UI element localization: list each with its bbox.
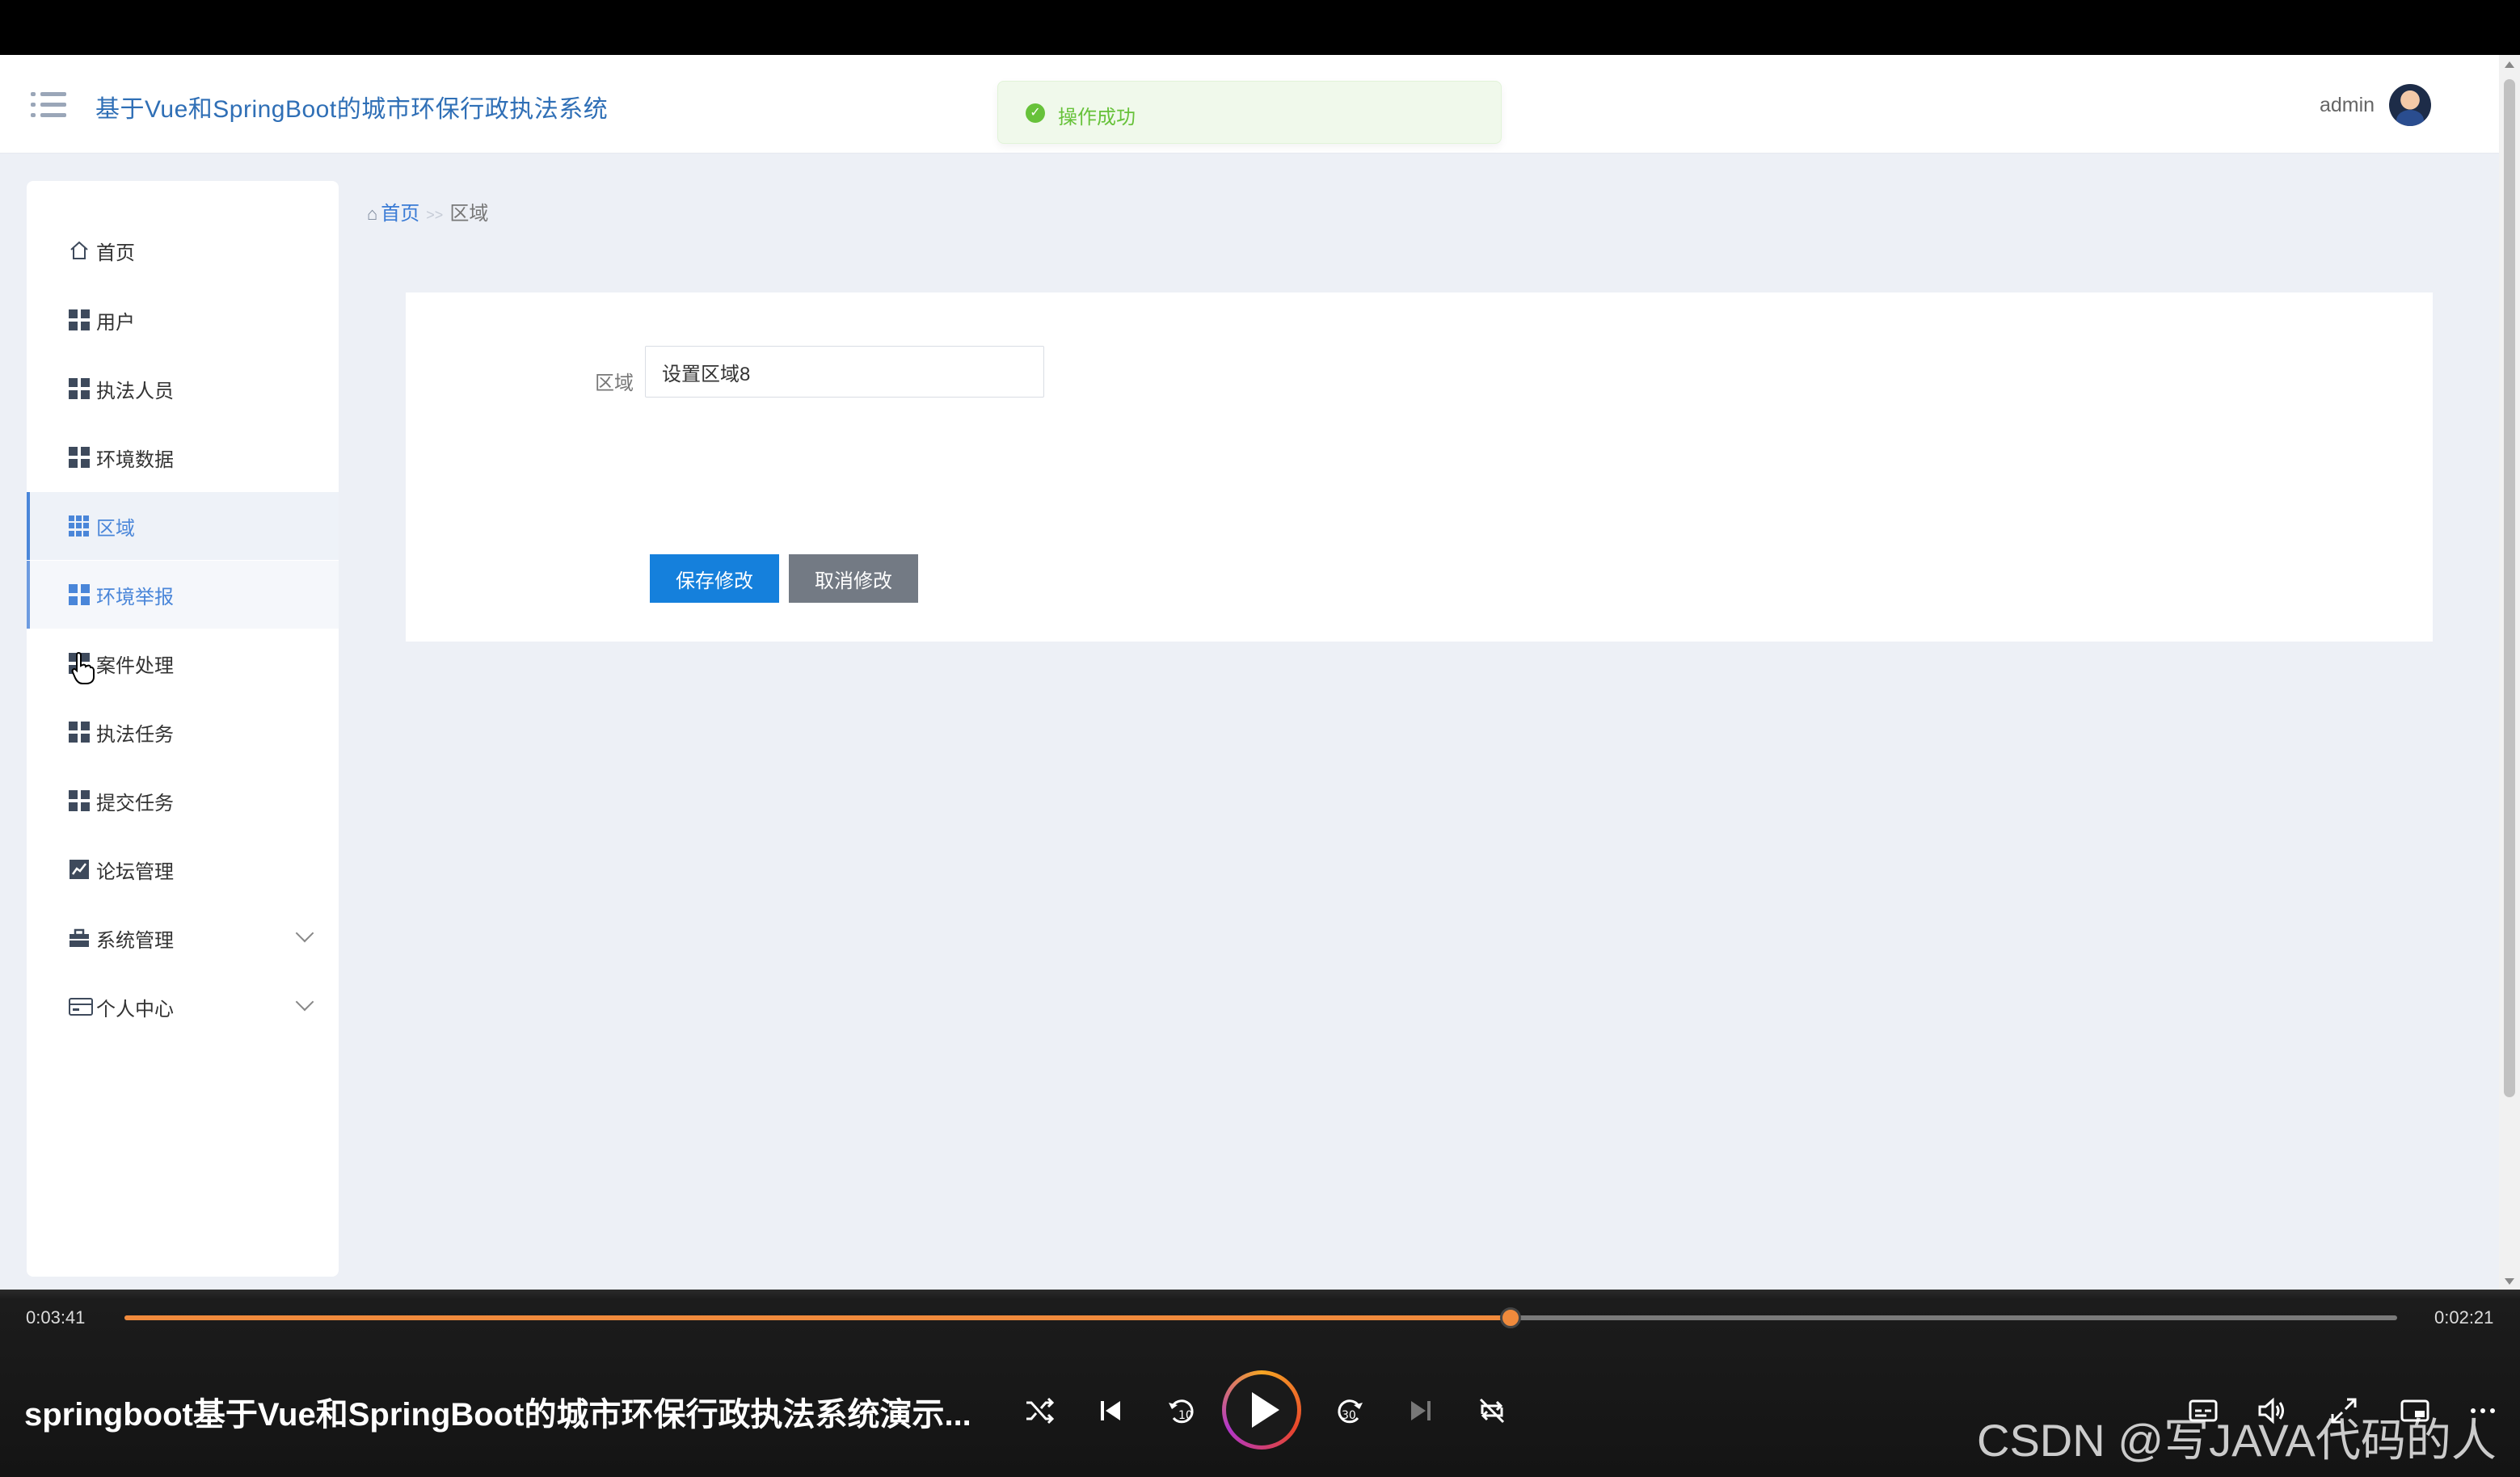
app-title: 基于Vue和SpringBoot的城市环保行政执法系统	[95, 96, 609, 123]
hand-cursor-icon	[71, 651, 95, 685]
sidebar-item-label: 首页	[96, 242, 135, 264]
sidebar-item-submit-tasks[interactable]: 提交任务	[27, 767, 339, 835]
sidebar-item-environment-data[interactable]: 环境数据	[27, 423, 339, 491]
grid-icon	[69, 447, 90, 468]
forward-30-icon[interactable]: 30	[1330, 1391, 1369, 1430]
sidebar-item-forum[interactable]: 论坛管理	[27, 835, 339, 903]
sidebar-item-label: 个人中心	[96, 998, 174, 1020]
sidebar-item-enforcers[interactable]: 执法人员	[27, 355, 339, 423]
svg-text:30: 30	[1342, 1409, 1356, 1422]
grid-icon	[69, 790, 90, 811]
sidebar-item-label: 执法人员	[96, 380, 174, 402]
card-icon	[69, 996, 93, 1017]
sidebar-item-region[interactable]: 区域	[27, 492, 339, 560]
video-title: springboot基于Vue和SpringBoot的城市环保行政执法系统演示.…	[24, 1397, 971, 1433]
elapsed-time: 0:03:41	[26, 1307, 86, 1328]
grid-icon	[69, 722, 90, 743]
success-toast: ✓ 操作成功	[997, 81, 1502, 144]
svg-text:10: 10	[1178, 1409, 1193, 1422]
watermark: CSDN @写JAVA代码的人	[1977, 1415, 2497, 1466]
top-bar: 基于Vue和SpringBoot的城市环保行政执法系统 ✓ 操作成功 admin	[0, 55, 2499, 154]
region-input[interactable]	[645, 346, 1044, 398]
sidebar-item-label: 环境数据	[96, 448, 174, 471]
success-check-icon: ✓	[1026, 103, 1045, 123]
avatar[interactable]	[2389, 84, 2431, 126]
breadcrumb-current: 区域	[449, 203, 489, 225]
briefcase-icon	[69, 928, 90, 949]
remaining-time: 0:02:21	[2434, 1307, 2494, 1328]
home-icon	[69, 240, 90, 261]
rewind-10-icon[interactable]: 10	[1162, 1391, 1201, 1430]
sidebar-item-system-management[interactable]: 系统管理	[27, 904, 339, 972]
sidebar-item-label: 提交任务	[96, 792, 174, 814]
sidebar-item-label: 用户	[96, 311, 135, 334]
sidebar-item-environment-report[interactable]: 环境举报	[27, 561, 339, 629]
web-app: 基于Vue和SpringBoot的城市环保行政执法系统 ✓ 操作成功 admin…	[0, 55, 2499, 1290]
edit-form-card: 区域 保存修改 取消修改	[406, 292, 2433, 642]
grid-icon	[69, 378, 90, 399]
sidebar-item-users[interactable]: 用户	[27, 286, 339, 354]
repeat-icon[interactable]	[1473, 1391, 1511, 1430]
sidebar-item-label: 执法任务	[96, 723, 174, 746]
screen: 基于Vue和SpringBoot的城市环保行政执法系统 ✓ 操作成功 admin…	[0, 0, 2520, 1477]
breadcrumb-home[interactable]: 首页	[381, 203, 419, 225]
next-icon[interactable]	[1401, 1391, 1440, 1430]
shuffle-icon[interactable]	[1020, 1391, 1059, 1430]
sidebar: 首页 用户 执法人员 环境数据 区域 环境举报 案件处理 执法任务 提交任务 论…	[27, 181, 339, 1277]
play-icon	[1226, 1374, 1297, 1445]
scroll-thumb[interactable]	[2504, 79, 2515, 1097]
media-player: 0:03:41 0:02:21 springboot基于Vue和SpringBo…	[0, 1290, 2520, 1477]
sidebar-item-label: 环境举报	[96, 586, 174, 608]
scroll-down-icon[interactable]	[2505, 1278, 2514, 1285]
grid-icon	[69, 584, 90, 605]
vertical-scrollbar[interactable]	[2499, 55, 2520, 1290]
sidebar-item-home[interactable]: 首页	[27, 217, 339, 284]
breadcrumb-separator: >>	[426, 207, 444, 223]
progress-knob[interactable]	[1500, 1307, 1522, 1328]
cancel-button[interactable]: 取消修改	[789, 554, 918, 603]
grid-icon	[69, 309, 90, 330]
sidebar-item-label: 论坛管理	[96, 861, 174, 883]
toast-message: 操作成功	[1058, 107, 1136, 128]
sidebar-item-personal-center[interactable]: 个人中心	[27, 973, 339, 1041]
sidebar-item-label: 区域	[96, 517, 135, 540]
home-icon: ⌂	[367, 204, 378, 224]
save-button[interactable]: 保存修改	[650, 554, 779, 603]
sidebar-item-enforcement-tasks[interactable]: 执法任务	[27, 698, 339, 766]
play-button[interactable]	[1222, 1370, 1301, 1450]
menu-toggle-icon[interactable]	[31, 90, 66, 120]
chart-icon	[69, 859, 90, 880]
chevron-down-icon	[295, 924, 314, 943]
grid-icon	[69, 515, 90, 537]
breadcrumb: ⌂ 首页 >> 区域	[367, 197, 488, 225]
previous-icon[interactable]	[1091, 1391, 1130, 1430]
region-field-label: 区域	[595, 372, 634, 394]
progress-fill	[124, 1315, 1511, 1320]
sidebar-item-label: 案件处理	[96, 654, 174, 677]
sidebar-item-label: 系统管理	[96, 929, 174, 952]
scroll-up-icon[interactable]	[2505, 61, 2514, 68]
progress-bar[interactable]	[124, 1307, 2397, 1328]
chevron-down-icon	[295, 992, 314, 1012]
user-name[interactable]: admin	[2320, 94, 2375, 117]
